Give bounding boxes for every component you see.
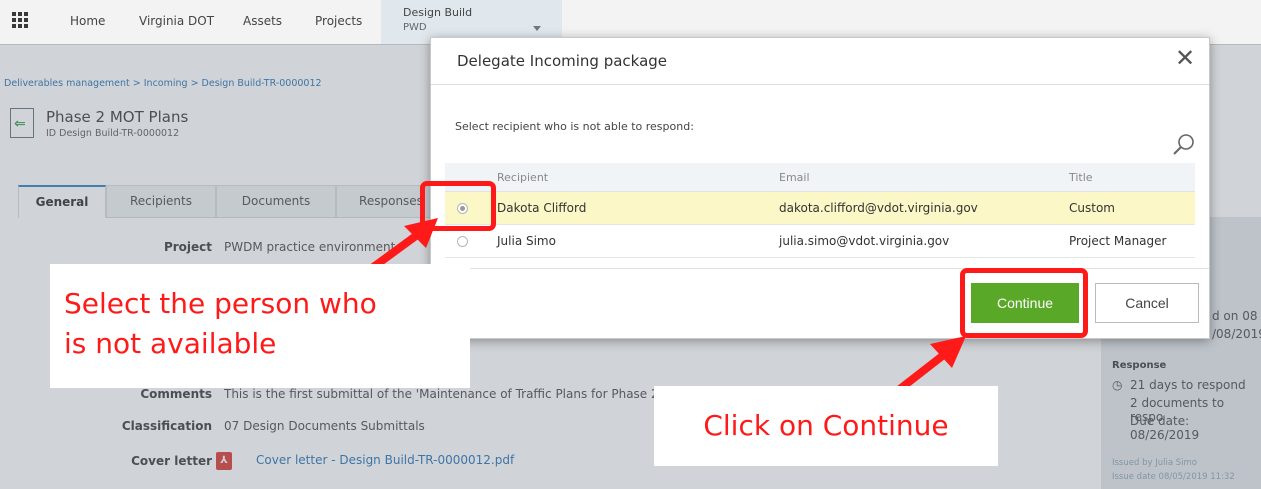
row-title: Custom [1069,201,1115,215]
column-email: Email [779,171,810,184]
row-email: julia.simo@vdot.virginia.gov [779,234,950,248]
nav-projects[interactable]: Projects [315,14,362,28]
table-row[interactable]: Dakota Clifford dakota.clifford@vdot.vir… [445,192,1195,225]
callout-line-1: Select the person who [64,287,377,320]
row-title: Project Manager [1069,234,1167,248]
row-email: dakota.clifford@vdot.virginia.gov [779,201,978,215]
table-header: Recipient Email Title [445,163,1195,192]
close-icon[interactable]: ✕ [1175,46,1195,70]
row-recipient: Dakota Clifford [497,201,587,215]
recipient-radio[interactable] [457,236,468,247]
nav-assets[interactable]: Assets [243,14,282,28]
nav-home[interactable]: Home [70,14,105,28]
continue-highlight-box [960,268,1088,338]
column-title: Title [1069,171,1093,184]
column-recipient: Recipient [497,171,549,184]
chevron-down-icon [533,26,541,31]
dialog-instruction: Select recipient who is not able to resp… [455,120,694,133]
search-icon[interactable] [1171,132,1197,158]
cancel-button[interactable]: Cancel [1095,283,1199,323]
table-row[interactable]: Julia Simo julia.simo@vdot.virginia.gov … [445,225,1195,258]
nav-active-line2: PWD [403,22,427,33]
delegate-dialog: Delegate Incoming package ✕ Select recip… [430,37,1210,339]
callout-line-2: is not available [64,327,277,360]
radio-highlight-box [420,181,496,231]
dialog-footer-divider [431,268,1209,269]
nav-active-line1: Design Build [403,6,473,19]
app-grid-icon[interactable] [12,12,28,28]
dialog-title: Delegate Incoming package [457,52,668,70]
continue-callout: Click on Continue [654,386,998,466]
select-person-callout: Select the person who is not available [50,264,470,388]
nav-virginia-dot[interactable]: Virginia DOT [139,14,214,28]
row-recipient: Julia Simo [497,234,556,248]
dialog-divider [431,84,1209,85]
